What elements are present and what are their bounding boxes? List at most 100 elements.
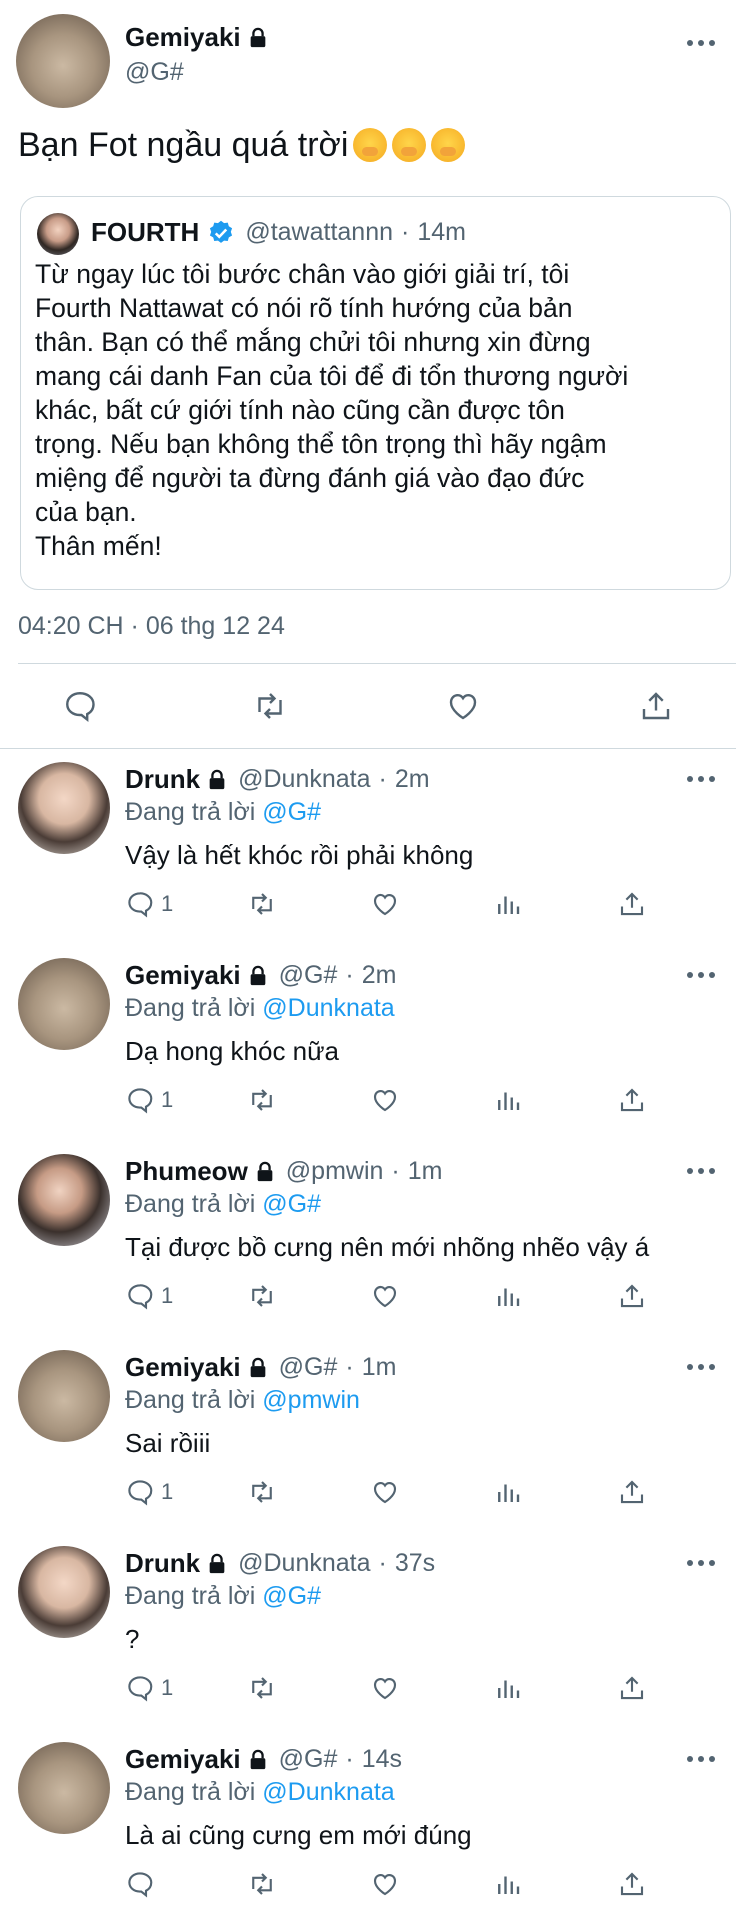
views-button[interactable] <box>493 886 523 922</box>
reply-tweet[interactable]: Gemiyaki @G# · 2m Đang trả lời @Dunknata… <box>0 944 736 1140</box>
like-button[interactable] <box>370 1278 400 1314</box>
share-icon <box>620 892 644 916</box>
reply-time[interactable]: 37s <box>395 1549 435 1578</box>
reply-tweet[interactable]: Gemiyaki @G# · 14s Đang trả lời @Dunknat… <box>0 1728 736 1920</box>
share-button[interactable] <box>617 1278 647 1314</box>
reply-tweet[interactable]: Phumeow @pmwin · 1m Đang trả lời @G# Tại… <box>0 1140 736 1336</box>
reply-time[interactable]: 1m <box>362 1353 397 1382</box>
share-button[interactable] <box>617 886 647 922</box>
retweet-button[interactable] <box>247 1082 277 1118</box>
author-handle[interactable]: @G# <box>279 1353 338 1382</box>
author-name[interactable]: Drunk <box>125 764 200 795</box>
views-button[interactable] <box>493 1082 523 1118</box>
share-icon <box>620 1480 644 1504</box>
retweet-button[interactable] <box>247 1278 277 1314</box>
author-name[interactable]: Gemiyaki <box>125 960 241 991</box>
reply-text: Dạ hong khóc nữa <box>125 1036 339 1066</box>
reply-text: Vậy là hết khóc rồi phải không <box>125 840 474 870</box>
share-button[interactable] <box>617 1474 647 1510</box>
more-horizontal-icon[interactable] <box>686 1166 716 1176</box>
share-icon[interactable] <box>638 688 674 724</box>
avatar[interactable] <box>18 762 110 854</box>
reply-time[interactable]: 14s <box>362 1745 402 1774</box>
views-button[interactable] <box>493 1474 523 1510</box>
author-name[interactable]: Drunk <box>125 1548 200 1579</box>
author-name[interactable]: Phumeow <box>125 1156 248 1187</box>
heart-icon[interactable] <box>445 688 481 724</box>
tweet-text-content: Bạn Fot ngầu quá trời <box>18 126 349 164</box>
like-button[interactable] <box>370 1082 400 1118</box>
retweet-icon[interactable] <box>252 688 288 724</box>
more-horizontal-icon[interactable] <box>686 1362 716 1372</box>
share-icon <box>620 1088 644 1112</box>
avatar[interactable] <box>18 958 110 1050</box>
reply-button[interactable]: 1 <box>125 1082 173 1118</box>
separator-dot: · <box>345 961 354 989</box>
avatar[interactable] <box>18 1350 110 1442</box>
like-button[interactable] <box>370 1670 400 1706</box>
reply-button[interactable]: 1 <box>125 886 173 922</box>
avatar[interactable] <box>18 1154 110 1246</box>
reply-button[interactable]: 1 <box>125 1474 173 1510</box>
retweet-button[interactable] <box>247 1474 277 1510</box>
mention-link[interactable]: @Dunknata <box>262 994 394 1022</box>
retweet-button[interactable] <box>247 1670 277 1706</box>
separator-dot: · <box>391 1157 400 1185</box>
retweet-button[interactable] <box>247 1866 277 1902</box>
reply-button[interactable] <box>125 1866 161 1902</box>
reply-time[interactable]: 2m <box>395 765 430 794</box>
more-horizontal-icon[interactable] <box>686 38 716 48</box>
author-handle[interactable]: @G# <box>125 58 184 87</box>
lock-icon <box>250 965 265 985</box>
author-name-row: Drunk @Dunknata · 2m <box>125 764 430 795</box>
reply-button[interactable]: 1 <box>125 1670 173 1706</box>
share-button[interactable] <box>617 1670 647 1706</box>
quoted-text: Từ ngay lúc tôi bước chân vào giới giải … <box>35 259 629 561</box>
avatar[interactable] <box>16 14 110 108</box>
views-button[interactable] <box>493 1278 523 1314</box>
comment-icon[interactable] <box>62 688 98 724</box>
reply-tweet[interactable]: Drunk @Dunknata · 2m Đang trả lời @G# Vậ… <box>0 748 736 944</box>
author-name[interactable]: Gemiyaki <box>125 1744 241 1775</box>
author-handle[interactable]: @G# <box>279 961 338 990</box>
views-button[interactable] <box>493 1670 523 1706</box>
reply-time[interactable]: 2m <box>362 961 397 990</box>
reply-count: 1 <box>161 1283 174 1308</box>
mention-link[interactable]: @G# <box>262 1582 321 1610</box>
separator-dot: · <box>345 1745 354 1773</box>
reply-tweet[interactable]: Drunk @Dunknata · 37s Đang trả lời @G# ?… <box>0 1532 736 1728</box>
mention-link[interactable]: @G# <box>262 1190 321 1218</box>
reply-button[interactable]: 1 <box>125 1278 173 1314</box>
like-button[interactable] <box>370 1474 400 1510</box>
retweet-icon <box>252 1481 272 1503</box>
avatar[interactable] <box>18 1546 110 1638</box>
more-horizontal-icon[interactable] <box>686 774 716 784</box>
share-button[interactable] <box>617 1082 647 1118</box>
share-button[interactable] <box>617 1866 647 1902</box>
reply-time[interactable]: 1m <box>408 1157 443 1186</box>
author-name[interactable]: Gemiyaki <box>125 22 241 53</box>
tweet-timestamp[interactable]: 04:20 CH · 06 thg 12 24 <box>18 612 285 641</box>
author-handle[interactable]: @Dunknata <box>238 765 370 794</box>
quoted-tweet[interactable]: FOURTH @tawattannn · 14m Từ ngay lúc tôi… <box>20 196 731 590</box>
like-button[interactable] <box>370 886 400 922</box>
more-horizontal-icon[interactable] <box>686 1754 716 1764</box>
more-horizontal-icon[interactable] <box>686 1558 716 1568</box>
author-name[interactable]: Gemiyaki <box>125 1352 241 1383</box>
retweet-icon <box>252 1089 272 1111</box>
heart-icon <box>373 893 397 916</box>
more-horizontal-icon[interactable] <box>686 970 716 980</box>
like-button[interactable] <box>370 1866 400 1902</box>
mention-link[interactable]: @pmwin <box>262 1386 360 1414</box>
views-button[interactable] <box>493 1866 523 1902</box>
avatar[interactable] <box>18 1742 110 1834</box>
lock-icon <box>250 1749 265 1769</box>
reply-tweet[interactable]: Gemiyaki @G# · 1m Đang trả lời @pmwin Sa… <box>0 1336 736 1532</box>
bar-chart-icon <box>498 1288 520 1306</box>
author-handle[interactable]: @G# <box>279 1745 338 1774</box>
author-handle[interactable]: @Dunknata <box>238 1549 370 1578</box>
retweet-button[interactable] <box>247 886 277 922</box>
mention-link[interactable]: @G# <box>262 798 321 826</box>
mention-link[interactable]: @Dunknata <box>262 1778 394 1806</box>
author-handle[interactable]: @pmwin <box>286 1157 384 1186</box>
